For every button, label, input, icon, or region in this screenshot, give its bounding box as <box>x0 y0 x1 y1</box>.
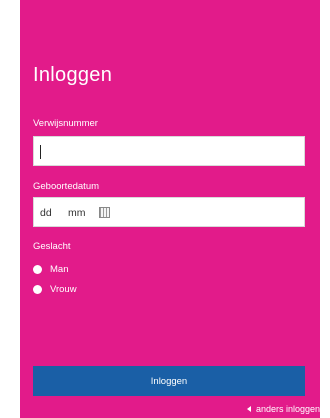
geboortedatum-label: Geboortedatum <box>33 181 100 192</box>
verwijsnummer-label: Verwijsnummer <box>33 118 98 129</box>
radio-button[interactable] <box>33 284 42 294</box>
login-panel: Inloggen Verwijsnummer Geboortedatum dd … <box>20 0 320 418</box>
gender-option-man[interactable]: Man <box>33 263 68 275</box>
chevron-left-icon <box>246 406 251 412</box>
geboortedatum-input[interactable]: dd mm <box>33 197 305 227</box>
page-title: Inloggen <box>33 64 113 86</box>
other-login-link[interactable]: anders inloggen <box>246 404 320 414</box>
date-day-field[interactable]: dd <box>40 207 52 219</box>
date-month-field[interactable]: mm <box>68 207 86 219</box>
geslacht-label: Geslacht <box>33 241 71 252</box>
radio-button[interactable] <box>33 264 42 274</box>
login-button[interactable]: Inloggen <box>33 366 305 396</box>
text-caret <box>40 145 41 159</box>
calendar-icon[interactable] <box>99 207 110 218</box>
gender-option-label: Vrouw <box>50 283 77 295</box>
other-login-label: anders inloggen <box>255 404 320 414</box>
verwijsnummer-input[interactable] <box>33 136 305 166</box>
gender-option-vrouw[interactable]: Vrouw <box>33 283 77 295</box>
gender-option-label: Man <box>50 263 69 275</box>
